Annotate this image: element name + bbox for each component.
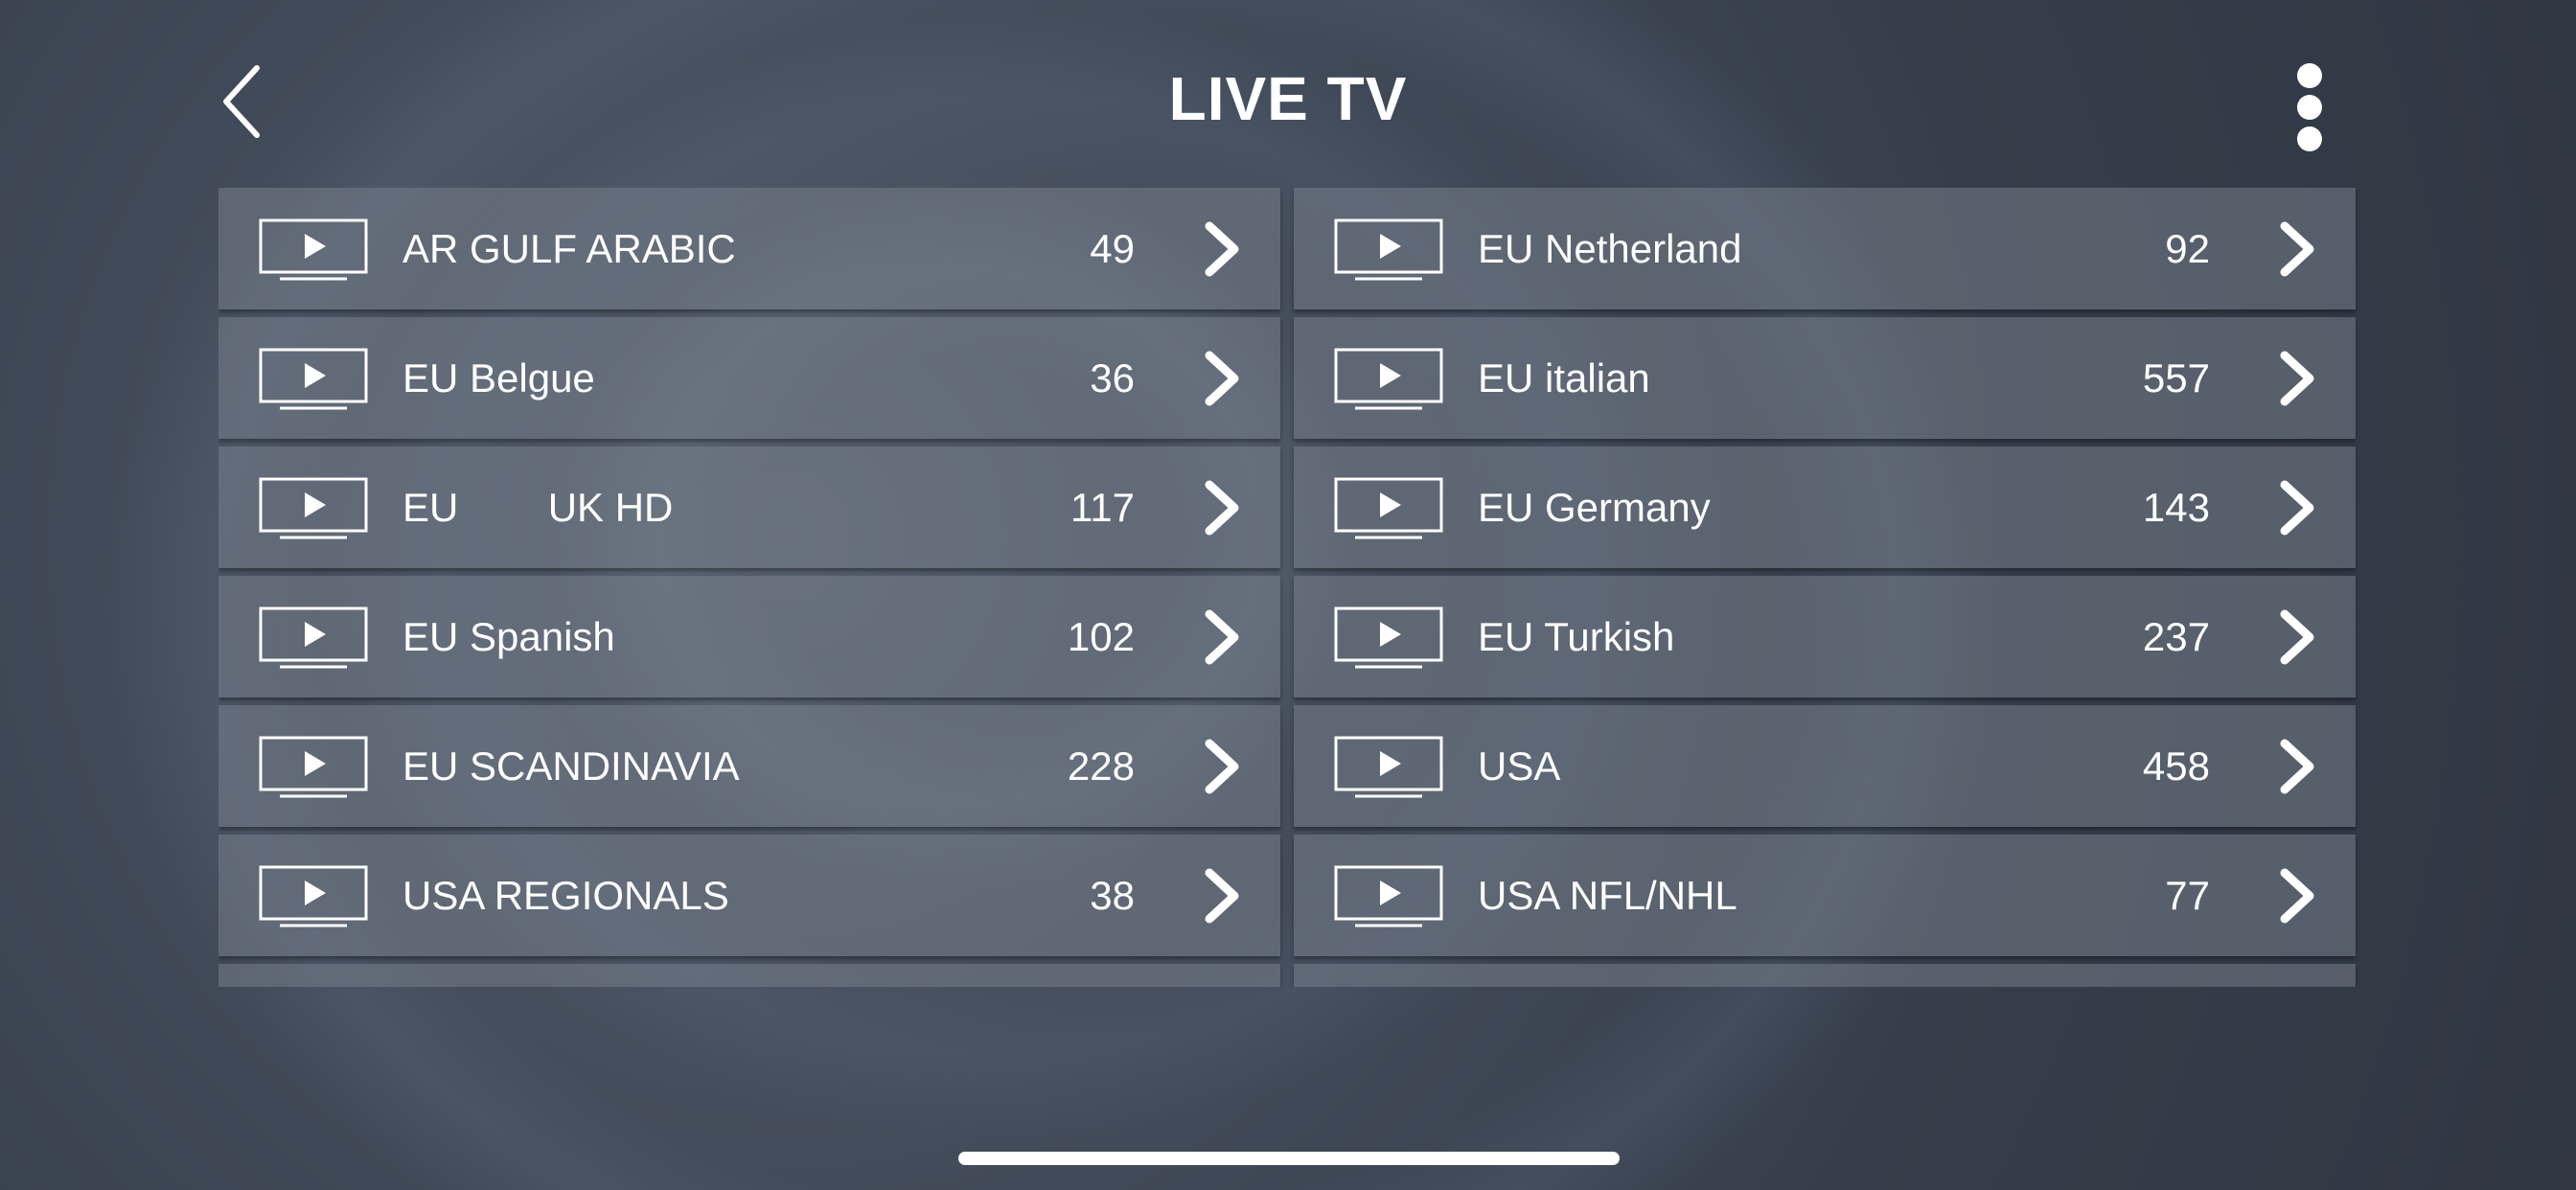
category-label: EU Germany bbox=[1478, 485, 1711, 530]
tv-play-icon bbox=[259, 736, 368, 798]
category-row[interactable]: EU Germany 143 bbox=[1294, 446, 2356, 568]
chevron-right-icon bbox=[2280, 609, 2314, 665]
channel-count: 102 bbox=[1067, 614, 1135, 659]
category-label: USA REGIONALS bbox=[402, 873, 729, 918]
category-row[interactable]: EU UK HD 117 bbox=[218, 446, 1280, 568]
tv-play-icon bbox=[259, 606, 368, 669]
header: LIVE TV bbox=[0, 0, 2576, 192]
category-row[interactable]: EU Netherland 92 bbox=[1294, 188, 2356, 309]
category-row[interactable]: EU SCANDINAVIA 228 bbox=[218, 705, 1280, 827]
home-indicator[interactable] bbox=[958, 1152, 1620, 1165]
more-options-button[interactable] bbox=[2281, 59, 2338, 155]
tv-play-icon bbox=[259, 477, 368, 539]
category-row[interactable]: EU italian 557 bbox=[1294, 317, 2356, 439]
channel-count: 36 bbox=[1090, 355, 1135, 400]
category-label: EU Netherland bbox=[1478, 226, 1742, 271]
category-row[interactable]: EU Belgue 36 bbox=[218, 317, 1280, 439]
category-label: EU Spanish bbox=[402, 614, 615, 659]
tv-play-icon bbox=[259, 865, 368, 927]
more-vertical-icon bbox=[2297, 63, 2322, 88]
channel-count: 237 bbox=[2142, 614, 2210, 659]
channel-count: 117 bbox=[1070, 485, 1135, 530]
channel-count: 92 bbox=[2165, 226, 2210, 271]
tv-play-icon bbox=[259, 218, 368, 281]
tv-play-icon bbox=[1334, 606, 1443, 669]
category-label: USA bbox=[1478, 744, 1561, 789]
category-label: EU Belgue bbox=[402, 355, 595, 400]
tv-play-icon bbox=[1334, 865, 1443, 927]
category-label: EU Turkish bbox=[1478, 614, 1675, 659]
category-row[interactable]: AR GULF ARABIC 49 bbox=[218, 188, 1280, 309]
channel-count: 77 bbox=[2165, 873, 2210, 918]
chevron-right-icon bbox=[1205, 480, 1239, 536]
chevron-right-icon bbox=[1205, 351, 1239, 406]
chevron-right-icon bbox=[2280, 480, 2314, 536]
channel-count: 228 bbox=[1067, 744, 1135, 789]
category-row[interactable]: USA NFL/NHL 77 bbox=[1294, 835, 2356, 956]
category-grid: AR GULF ARABIC 49 EU Netherland 92 EU Be… bbox=[218, 188, 2358, 987]
more-vertical-icon-dot bbox=[2297, 126, 2322, 151]
category-row[interactable]: USA 458 bbox=[1294, 705, 2356, 827]
category-label: USA NFL/NHL bbox=[1478, 873, 1737, 918]
channel-count: 143 bbox=[2142, 485, 2210, 530]
channel-count: 49 bbox=[1090, 226, 1135, 271]
category-row[interactable]: USA REGIONALS 38 bbox=[218, 835, 1280, 956]
chevron-right-icon bbox=[2280, 868, 2314, 924]
channel-count: 458 bbox=[2142, 744, 2210, 789]
category-label: EU SCANDINAVIA bbox=[402, 744, 740, 789]
channel-count: 38 bbox=[1090, 873, 1135, 918]
chevron-right-icon bbox=[2280, 221, 2314, 277]
chevron-right-icon bbox=[1205, 609, 1239, 665]
page-title: LIVE TV bbox=[1168, 64, 1408, 133]
category-label: EU UK HD bbox=[402, 485, 674, 530]
category-row-partial[interactable] bbox=[1294, 964, 2356, 987]
category-label: AR GULF ARABIC bbox=[402, 226, 736, 271]
category-row[interactable]: EU Turkish 237 bbox=[1294, 576, 2356, 698]
chevron-right-icon bbox=[1205, 221, 1239, 277]
chevron-right-icon bbox=[2280, 739, 2314, 794]
more-vertical-icon-dot bbox=[2297, 95, 2322, 120]
category-label: EU italian bbox=[1478, 355, 1650, 400]
channel-count: 557 bbox=[2142, 355, 2210, 400]
category-row[interactable]: EU Spanish 102 bbox=[218, 576, 1280, 698]
chevron-right-icon bbox=[1205, 739, 1239, 794]
tv-play-icon bbox=[259, 348, 368, 410]
chevron-right-icon bbox=[1205, 868, 1239, 924]
tv-play-icon bbox=[1334, 348, 1443, 410]
tv-play-icon bbox=[1334, 218, 1443, 281]
tv-play-icon bbox=[1334, 736, 1443, 798]
chevron-right-icon bbox=[2280, 351, 2314, 406]
tv-play-icon bbox=[1334, 477, 1443, 539]
category-row-partial[interactable] bbox=[218, 964, 1280, 987]
